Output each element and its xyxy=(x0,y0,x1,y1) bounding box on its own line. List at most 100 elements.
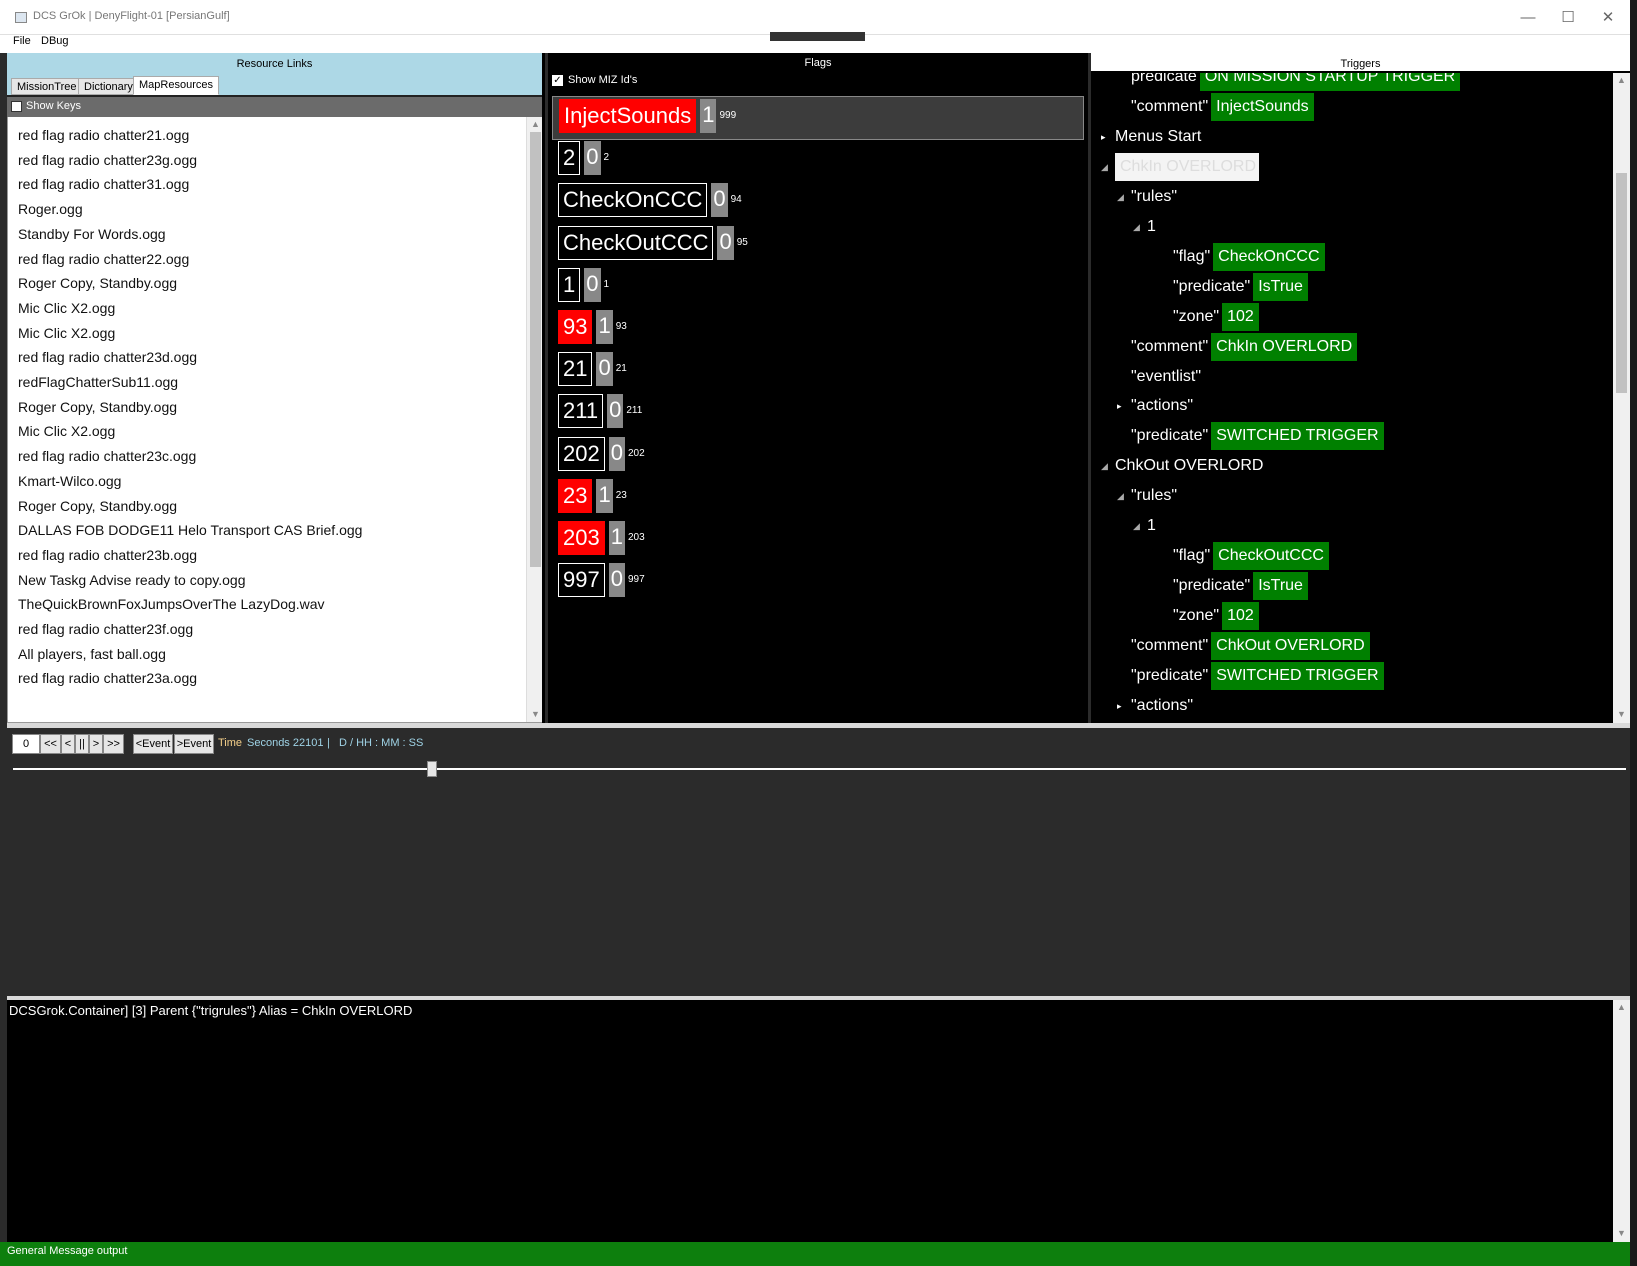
triggers-scrollbar[interactable]: ▲ ▼ xyxy=(1613,73,1630,723)
flag-row[interactable]: 202 xyxy=(558,141,609,176)
tree-node[interactable]: ◢ 1 xyxy=(1133,213,1156,241)
tab-missiontree[interactable]: MissionTree xyxy=(11,78,83,95)
tree-node[interactable]: ▸ "actions" xyxy=(1117,392,1193,420)
tree-node[interactable]: "zone" 102 xyxy=(1159,302,1259,331)
tree-node[interactable]: "predicate" SWITCHED TRIGGER xyxy=(1117,662,1384,690)
resource-item[interactable]: Standby For Words.ogg xyxy=(18,226,166,242)
resource-item[interactable]: Mic Clic X2.ogg xyxy=(18,300,115,316)
expand-icon[interactable]: ▸ xyxy=(1117,392,1131,420)
resource-item[interactable]: Kmart-Wilco.ogg xyxy=(18,473,121,489)
previous-event-button[interactable]: <Event xyxy=(133,734,173,754)
flag-row[interactable]: 21 0 21 xyxy=(558,352,627,387)
flag-name[interactable]: 21 xyxy=(558,352,593,387)
resource-item[interactable]: TheQuickBrownFoxJumpsOverThe LazyDog.wav xyxy=(18,596,325,612)
resource-item[interactable]: red flag radio chatter23b.ogg xyxy=(18,547,197,563)
collapse-icon[interactable]: ◢ xyxy=(1117,482,1131,510)
tree-node[interactable]: ▸ "actions" xyxy=(1117,692,1193,720)
pause-button[interactable]: || xyxy=(75,734,89,754)
maximize-button[interactable]: ☐ xyxy=(1550,6,1586,30)
flag-name[interactable]: 997 xyxy=(558,563,605,598)
tree-node[interactable]: "comment" ChkIn OVERLORD xyxy=(1117,332,1358,361)
resource-item[interactable]: New Taskg Advise ready to copy.ogg xyxy=(18,572,246,588)
resource-item[interactable]: Roger Copy, Standby.ogg xyxy=(18,399,177,415)
resource-item[interactable]: Roger Copy, Standby.ogg xyxy=(18,275,177,291)
rewind-button[interactable]: << xyxy=(40,734,61,754)
tree-node[interactable]: ◢ "rules" xyxy=(1117,183,1177,211)
step-back-button[interactable]: < xyxy=(61,734,75,754)
flag-row[interactable]: 202 0 202 xyxy=(558,436,645,471)
show-miz-ids-checkbox[interactable]: ✓ xyxy=(552,75,563,86)
tab-mapresources[interactable]: MapResources xyxy=(133,76,219,95)
scrollbar-thumb[interactable] xyxy=(1616,173,1627,393)
tree-node[interactable]: ▸ Menus Start xyxy=(1101,123,1201,151)
flag-name[interactable]: InjectSounds xyxy=(559,99,697,133)
tree-node[interactable]: "comment" ChkOut OVERLORD xyxy=(1117,632,1370,661)
tree-node[interactable]: "predicate" SWITCHED TRIGGER xyxy=(1117,422,1384,451)
drag-grip[interactable] xyxy=(770,32,865,41)
resource-item[interactable]: Roger.ogg xyxy=(18,201,83,217)
flag-name[interactable]: 1 xyxy=(558,267,581,302)
resource-item[interactable]: Mic Clic X2.ogg xyxy=(18,325,115,341)
fast-forward-button[interactable]: >> xyxy=(103,734,124,754)
scroll-up-icon[interactable]: ▲ xyxy=(531,119,540,129)
time-zero-field[interactable]: 0 xyxy=(12,734,40,754)
resource-item[interactable]: red flag radio chatter22.ogg xyxy=(18,251,189,267)
flag-name[interactable]: 203 xyxy=(558,521,605,555)
flag-row[interactable]: 211 0 211 xyxy=(558,394,642,429)
collapse-icon[interactable]: ◢ xyxy=(1117,183,1131,211)
tree-node[interactable]: "predicate" IsTrue xyxy=(1159,272,1308,301)
expand-icon[interactable]: ▸ xyxy=(1101,123,1115,151)
tree-node[interactable]: "flag" CheckOnCCC xyxy=(1159,242,1325,271)
scroll-up-icon[interactable]: ▲ xyxy=(1617,1002,1626,1012)
resource-item[interactable]: red flag radio chatter23a.ogg xyxy=(18,670,197,686)
flag-row[interactable]: 23 1 23 xyxy=(558,478,627,513)
resource-list-scrollbar[interactable]: ▲ ▼ xyxy=(526,117,542,722)
tree-node[interactable]: "eventlist" xyxy=(1117,363,1214,391)
message-scrollbar[interactable]: ▲ ▼ xyxy=(1613,1000,1630,1242)
flag-name[interactable]: CheckOutCCC xyxy=(558,225,714,260)
tree-node[interactable]: ◢ "rules" xyxy=(1117,482,1177,510)
tab-dictionary[interactable]: Dictionary xyxy=(78,78,139,95)
tree-node[interactable]: "zone" 102 xyxy=(1159,602,1259,631)
tree-node[interactable]: "comment" InjectSounds xyxy=(1117,92,1314,121)
flag-name[interactable]: 23 xyxy=(558,478,593,513)
tree-node[interactable]: ◢ ChkOut OVERLORD xyxy=(1101,452,1263,480)
collapse-icon[interactable]: ◢ xyxy=(1133,213,1147,241)
flag-row[interactable]: 93 1 93 xyxy=(558,310,627,344)
resource-item[interactable]: Mic Clic X2.ogg xyxy=(18,423,115,439)
step-forward-button[interactable]: > xyxy=(89,734,103,754)
tree-node[interactable]: ◢ ChkIn OVERLORD xyxy=(1101,152,1259,181)
flag-name[interactable]: 93 xyxy=(558,310,593,344)
time-slider-track[interactable] xyxy=(13,768,1626,770)
flag-row[interactable]: InjectSounds 1 999 xyxy=(559,99,736,133)
resource-item[interactable]: red flag radio chatter23c.ogg xyxy=(18,448,196,464)
menu-dbug[interactable]: DBug xyxy=(41,35,69,47)
expand-icon[interactable]: ▸ xyxy=(1117,692,1131,720)
next-event-button[interactable]: >Event xyxy=(174,734,214,754)
resource-item[interactable]: red flag radio chatter23f.ogg xyxy=(18,621,193,637)
close-button[interactable]: ✕ xyxy=(1590,6,1626,30)
resource-item[interactable]: red flag radio chatter23d.ogg xyxy=(18,349,197,365)
flag-row[interactable]: CheckOutCCC 0 95 xyxy=(558,225,748,260)
flag-name[interactable]: 211 xyxy=(558,394,604,429)
resource-item[interactable]: redFlagChatterSub11.ogg xyxy=(18,374,178,390)
flag-name[interactable]: 2 xyxy=(558,141,581,176)
resource-item[interactable]: red flag radio chatter21.ogg xyxy=(18,127,189,143)
scroll-up-icon[interactable]: ▲ xyxy=(1617,75,1626,85)
scroll-down-icon[interactable]: ▼ xyxy=(1617,1228,1626,1238)
flag-name[interactable]: CheckOnCCC xyxy=(558,183,708,218)
tree-node[interactable]: "predicate" IsTrue xyxy=(1159,572,1308,601)
minimize-button[interactable]: — xyxy=(1510,6,1546,30)
flag-row[interactable]: 203 1 203 xyxy=(558,521,645,555)
scroll-down-icon[interactable]: ▼ xyxy=(531,709,540,719)
tree-node[interactable]: "flag" CheckOutCCC xyxy=(1159,542,1329,571)
menu-file[interactable]: File xyxy=(13,35,31,47)
resource-item[interactable]: Roger Copy, Standby.ogg xyxy=(18,498,177,514)
resource-item[interactable]: All players, fast ball.ogg xyxy=(18,646,166,662)
show-keys-checkbox[interactable] xyxy=(11,101,22,112)
scrollbar-thumb[interactable] xyxy=(530,132,541,567)
collapse-icon[interactable]: ◢ xyxy=(1101,153,1115,181)
scroll-down-icon[interactable]: ▼ xyxy=(1617,709,1626,719)
resource-item[interactable]: DALLAS FOB DODGE11 Helo Transport CAS Br… xyxy=(18,522,362,538)
time-slider-thumb[interactable] xyxy=(427,761,438,777)
